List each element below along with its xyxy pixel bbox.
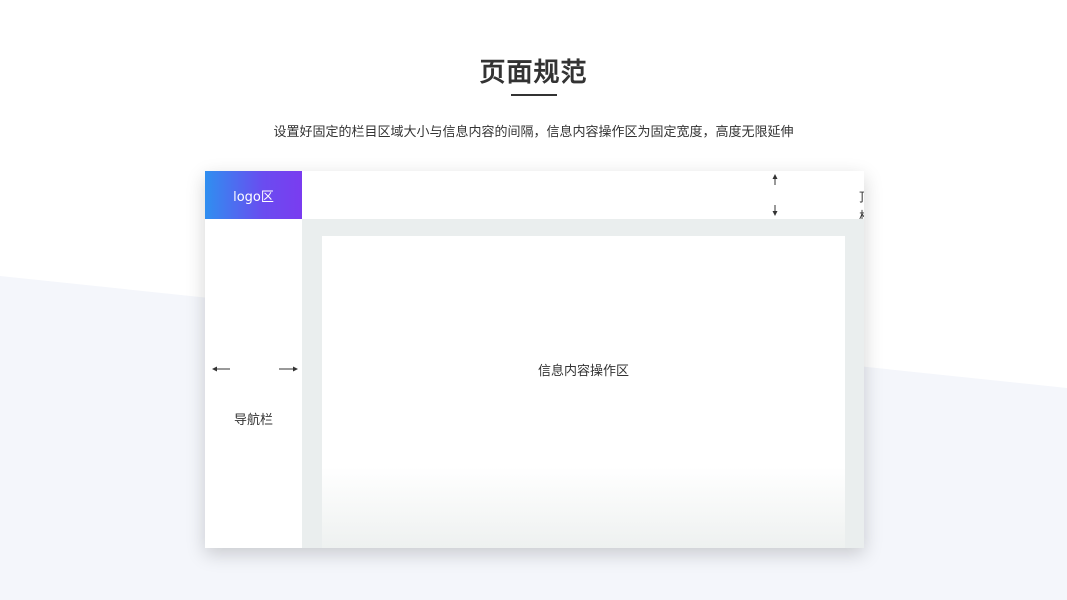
title-underline bbox=[511, 94, 557, 96]
dimension-arrows bbox=[212, 174, 778, 372]
layout-diagram: logo区 顶栏 导航栏 信息内容操作区 bbox=[205, 171, 864, 548]
topbar-height-arrow-icon bbox=[772, 174, 778, 216]
page-subtitle: 设置好固定的栏目区域大小与信息内容的间隔，信息内容操作区为固定宽度，高度无限延伸 bbox=[273, 125, 794, 140]
page-title: 页面规范 bbox=[479, 58, 588, 88]
nav-width-arrow-icon bbox=[212, 366, 298, 372]
